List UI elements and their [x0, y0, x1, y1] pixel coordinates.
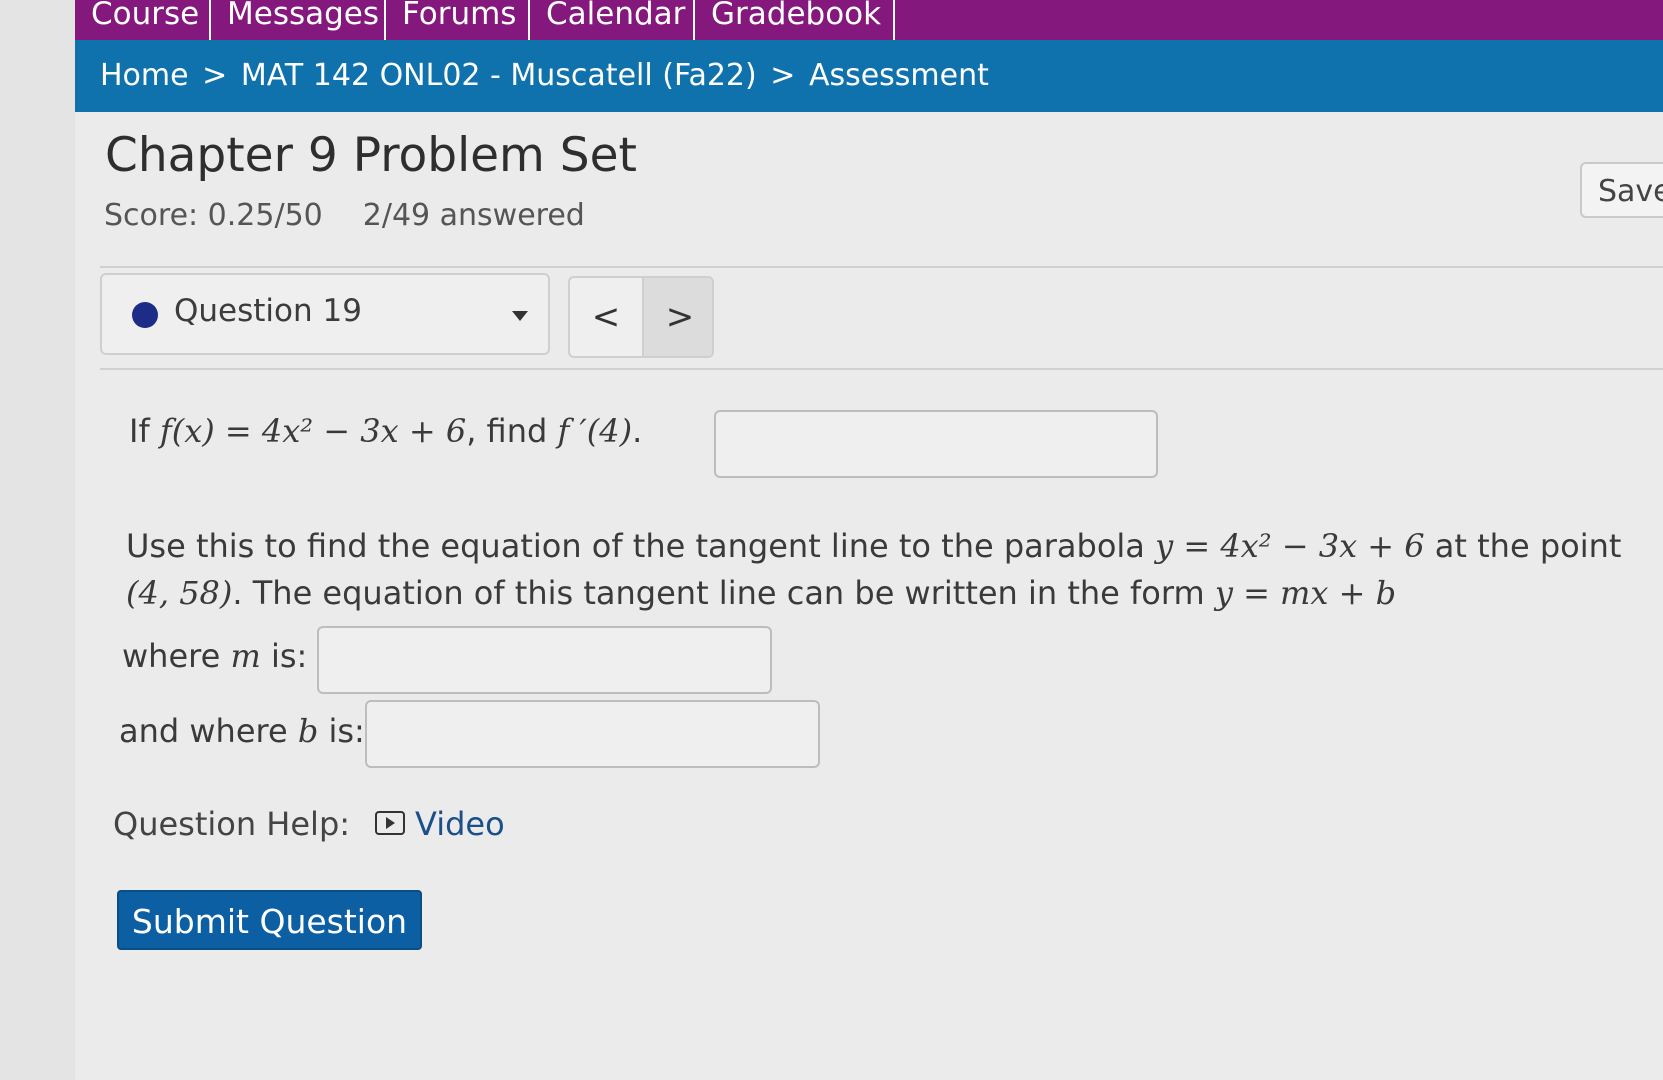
breadcrumb-course[interactable]: MAT 142 ONL02 - Muscatell (Fa22) — [241, 58, 757, 93]
slope-label: where m is: — [122, 637, 307, 675]
question-select[interactable]: Question 19 — [100, 273, 550, 355]
score-text: Score: 0.25/50 — [104, 198, 323, 233]
tab-forums[interactable]: Forums — [386, 0, 530, 40]
left-margin — [0, 0, 75, 1080]
tab-messages[interactable]: Messages — [211, 0, 386, 40]
previous-question-button[interactable]: < — [570, 278, 642, 356]
score-row: Score: 0.25/50 2/49 answered — [104, 198, 585, 233]
question-help-label: Question Help: — [113, 805, 351, 843]
q2-form: y = mx + b — [1214, 574, 1397, 612]
q2-point: (4, 58) — [126, 574, 233, 612]
derivative-answer-input[interactable] — [714, 410, 1158, 478]
page-title: Chapter 9 Problem Set — [105, 128, 637, 183]
q1-function: f(x) = 4x² − 3x + 6 — [159, 412, 467, 450]
slope-answer-input[interactable] — [317, 626, 772, 694]
question-nav-group: < > — [568, 276, 714, 358]
video-help-link[interactable]: Video — [375, 805, 505, 843]
intercept-label-prefix: and where — [119, 712, 298, 750]
intercept-var: b — [297, 712, 319, 750]
question-part-2-line-2: (4, 58). The equation of this tangent li… — [126, 574, 1396, 612]
question-status-dot — [132, 302, 158, 328]
divider — [100, 368, 1663, 370]
intercept-answer-input[interactable] — [365, 700, 820, 768]
breadcrumb-current: Assessment — [808, 58, 989, 93]
answered-count: 2/49 answered — [362, 198, 585, 233]
video-link-label: Video — [415, 805, 505, 843]
divider — [100, 266, 1663, 268]
q2-form-text: . The equation of this tangent line can … — [232, 574, 1215, 612]
breadcrumb-bar: Home > MAT 142 ONL02 - Muscatell (Fa22) … — [75, 40, 1663, 112]
breadcrumb-separator: > — [202, 58, 228, 93]
question-part-2-line-1: Use this to find the equation of the tan… — [126, 527, 1621, 565]
intercept-label: and where b is: — [119, 712, 365, 750]
top-navigation: Course Messages Forums Calendar Gradeboo… — [75, 0, 1663, 40]
q2-text: Use this to find the equation of the tan… — [126, 527, 1156, 565]
breadcrumb-home[interactable]: Home — [100, 58, 189, 93]
next-question-button[interactable]: > — [642, 278, 712, 356]
breadcrumb-separator: > — [770, 58, 796, 93]
question-part-1: If f(x) = 4x² − 3x + 6, find f ′(4). — [129, 412, 642, 450]
submit-question-button[interactable]: Submit Question — [117, 890, 422, 950]
question-select-label: Question 19 — [174, 293, 362, 329]
save-button[interactable]: Save — [1580, 162, 1663, 218]
intercept-label-suffix: is: — [318, 712, 365, 750]
slope-label-suffix: is: — [260, 637, 308, 675]
video-play-icon — [375, 811, 405, 835]
slope-label-prefix: where — [122, 637, 231, 675]
breadcrumb: Home > MAT 142 ONL02 - Muscatell (Fa22) … — [100, 40, 989, 112]
tab-gradebook[interactable]: Gradebook — [695, 0, 895, 40]
slope-var: m — [230, 637, 261, 675]
q2-end: at the point — [1424, 527, 1622, 565]
chevron-down-icon — [512, 311, 528, 321]
q1-mid: , find — [466, 412, 558, 450]
q1-prefix: If — [129, 412, 160, 450]
q1-end: . — [632, 412, 643, 450]
q1-target: f ′(4) — [557, 412, 633, 450]
tab-calendar[interactable]: Calendar — [530, 0, 695, 40]
q2-parabola: y = 4x² − 3x + 6 — [1155, 527, 1425, 565]
tab-course[interactable]: Course — [75, 0, 211, 40]
